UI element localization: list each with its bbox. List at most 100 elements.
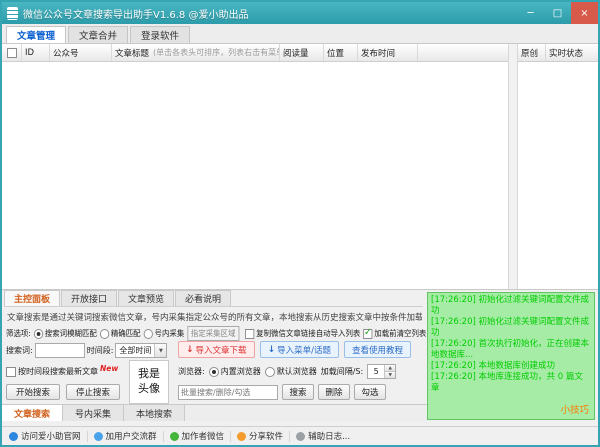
bottom-panel: 主控面板 开放接口 文章预览 必看说明 文章搜索是通过关键词搜索微信文章，号内采… <box>2 290 598 426</box>
start-search-button[interactable]: 开始搜索 <box>6 384 60 400</box>
time-range-select[interactable]: 全部时间 ▼ <box>115 343 168 358</box>
import-article-download-button[interactable]: ↓ 导入文章下载 <box>178 341 255 358</box>
minimize-button[interactable]: ─ <box>517 2 544 24</box>
radio-default-browser[interactable]: 默认浏览器 <box>264 366 317 377</box>
author-wechat-label: 加作者微信 <box>181 432 225 442</box>
tab-main-control[interactable]: 主控面板 <box>4 290 61 306</box>
author-avatar: 我是 头像 <box>129 360 169 404</box>
statusbar-item-website[interactable]: 访问爱小助官网 <box>9 430 81 442</box>
statusbar-item-user-group[interactable]: 加用户交流群 <box>93 430 157 442</box>
radio-account-collect[interactable]: 号内采集 <box>143 328 184 339</box>
tab-article-search[interactable]: 文章搜索 <box>2 405 64 421</box>
statusbar-item-author-wechat[interactable]: 加作者微信 <box>169 430 225 442</box>
share-label: 分享软件 <box>249 432 284 442</box>
checkbox-icon <box>245 328 255 339</box>
batch-search-button[interactable]: 搜索 <box>282 384 314 400</box>
statusbar: 访问爱小助官网 加用户交流群 加作者微信 分享软件 辅助日志... <box>2 426 598 445</box>
globe-icon <box>9 431 18 441</box>
log-message: [17:26:20] 首次执行初始化，正在创建本地数据库... <box>431 339 590 361</box>
keyword-input[interactable] <box>34 343 85 358</box>
radio-icon <box>264 366 275 377</box>
column-header-status[interactable]: 实时状态 <box>546 44 598 61</box>
statusbar-separator <box>86 430 88 442</box>
list-vertical-scrollbar[interactable] <box>508 44 518 289</box>
column-title-text: 文章标题 <box>115 48 150 59</box>
assist-log-label: 辅助日志... <box>308 432 351 442</box>
radio-fuzzy-label: 搜索词模糊匹配 <box>44 329 97 338</box>
tab-local-search[interactable]: 本地搜索 <box>124 405 186 421</box>
tab-article-management[interactable]: 文章管理 <box>6 26 67 43</box>
column-header-filler <box>418 44 508 61</box>
radio-exact-match[interactable]: 精确匹配 <box>99 328 141 339</box>
column-header-original[interactable]: 原创 <box>518 44 546 61</box>
column-header-account[interactable]: 公众号 <box>50 44 112 61</box>
share-icon <box>237 431 247 441</box>
statusbar-item-log[interactable]: 辅助日志... <box>296 430 350 442</box>
select-all-checkbox[interactable] <box>2 44 22 61</box>
radio-exact-label: 精确匹配 <box>110 329 141 338</box>
tab-login-software[interactable]: 登录软件 <box>130 26 191 43</box>
status-list-body[interactable] <box>518 62 598 289</box>
column-header-reads[interactable]: 阅读量 <box>280 44 324 61</box>
import-menu-label: 导入菜单/话题 <box>277 345 331 356</box>
article-table: ID 公众号 文章标题 (单击各表头可排序，列表右击有菜单) 阅读量 位置 发布… <box>2 44 598 290</box>
checkbox-search-recent[interactable]: 按时间段搜索最新文章 <box>6 366 98 377</box>
stepper-up-icon[interactable]: ▲ <box>385 365 396 372</box>
user-group-label: 加用户交流群 <box>105 432 157 442</box>
column-header-publish-time[interactable]: 发布时间 <box>358 44 418 61</box>
radio-builtin-browser[interactable]: 内置浏览器 <box>208 366 261 377</box>
download-icon: ↓ <box>186 344 194 355</box>
import-menu-topic-button[interactable]: ↓ 导入菜单/话题 <box>259 341 339 358</box>
interval-label: 加载间隔/S: <box>320 367 364 376</box>
new-badge: New <box>100 364 119 373</box>
tab-open-api[interactable]: 开放接口 <box>61 290 118 306</box>
column-header-position[interactable]: 位置 <box>324 44 358 61</box>
view-tutorial-button[interactable]: 查看使用教程 <box>343 341 411 358</box>
download-icon: ↓ <box>267 344 276 355</box>
interval-stepper[interactable]: 5 ▲ ▼ <box>367 364 397 379</box>
chevron-down-icon: ▼ <box>238 327 239 340</box>
checkbox-clear-before-load[interactable]: 加载前清空列表 <box>363 327 426 339</box>
filter-row: 筛选项: 搜索词模糊匹配 精确匹配 号内采集 指定采集区域 ▼ 复制微信文章链接… <box>6 326 426 341</box>
checkbox-checked-icon <box>363 327 373 339</box>
log-message: [17:26:20] 初始化过滤关键词配置文件成功 <box>431 317 590 339</box>
radio-icon <box>33 328 43 339</box>
statusbar-item-share[interactable]: 分享软件 <box>237 430 283 442</box>
tab-article-preview[interactable]: 文章预览 <box>118 290 175 306</box>
statusbar-separator <box>289 430 291 442</box>
article-list-header: ID 公众号 文章标题 (单击各表头可排序，列表右击有菜单) 阅读量 位置 发布… <box>2 44 508 62</box>
stop-search-button[interactable]: 停止搜索 <box>66 384 120 400</box>
log-message: [17:26:20] 本地数据库创建成功 <box>431 361 556 372</box>
column-header-title[interactable]: 文章标题 (单击各表头可排序，列表右击有菜单) <box>112 44 280 61</box>
close-button[interactable]: × <box>571 2 598 24</box>
search-recent-label: 按时间段搜索最新文章 <box>18 367 98 376</box>
time-range-label: 时间段: <box>86 346 114 355</box>
stepper-arrows: ▲ ▼ <box>384 365 396 378</box>
column-header-id[interactable]: ID <box>22 44 50 61</box>
tips-link[interactable]: 小技巧 <box>560 405 589 417</box>
maximize-button[interactable]: □ <box>544 2 571 24</box>
tab-article-merge[interactable]: 文章合并 <box>68 26 129 43</box>
log-message: [17:26:20] 初始化过滤关键词配置文件成功 <box>431 295 590 317</box>
import-buttons-row: ↓ 导入文章下载 ↓ 导入菜单/话题 查看使用教程 <box>178 341 411 358</box>
batch-delete-button[interactable]: 删除 <box>318 384 350 400</box>
tab-account-collect[interactable]: 号内采集 <box>63 405 125 421</box>
website-label: 访问爱小助官网 <box>21 432 81 442</box>
radio-fuzzy-match[interactable]: 搜索词模糊匹配 <box>33 328 97 339</box>
checkbox-icon <box>6 47 17 58</box>
article-list-body[interactable] <box>2 62 508 289</box>
collect-region-select[interactable]: 指定采集区域 ▼ <box>187 326 240 341</box>
stepper-down-icon[interactable]: ▼ <box>385 372 396 378</box>
checkbox-copy-link-import[interactable]: 复制微信文章链接自动导入列表 <box>245 328 360 339</box>
radio-account-label: 号内采集 <box>154 329 185 338</box>
chevron-down-icon: ▼ <box>154 344 167 357</box>
window-title: 微信公众号文章搜索导出助手V1.6.8 @爱小助出品 <box>23 9 249 21</box>
avatar-text-line2: 头像 <box>138 382 160 395</box>
batch-input[interactable] <box>178 384 278 400</box>
copy-link-label: 复制微信文章链接自动导入列表 <box>256 329 361 338</box>
tab-must-read[interactable]: 必看说明 <box>175 290 232 306</box>
status-list-header: 原创 实时状态 <box>518 44 598 62</box>
interval-value: 5 <box>373 367 379 376</box>
batch-check-button[interactable]: 勾选 <box>354 384 386 400</box>
panel-description: 文章搜索是通过关键词搜索微信文章，号内采集指定公众号的所有文章，本地搜索从历史搜… <box>7 313 422 323</box>
